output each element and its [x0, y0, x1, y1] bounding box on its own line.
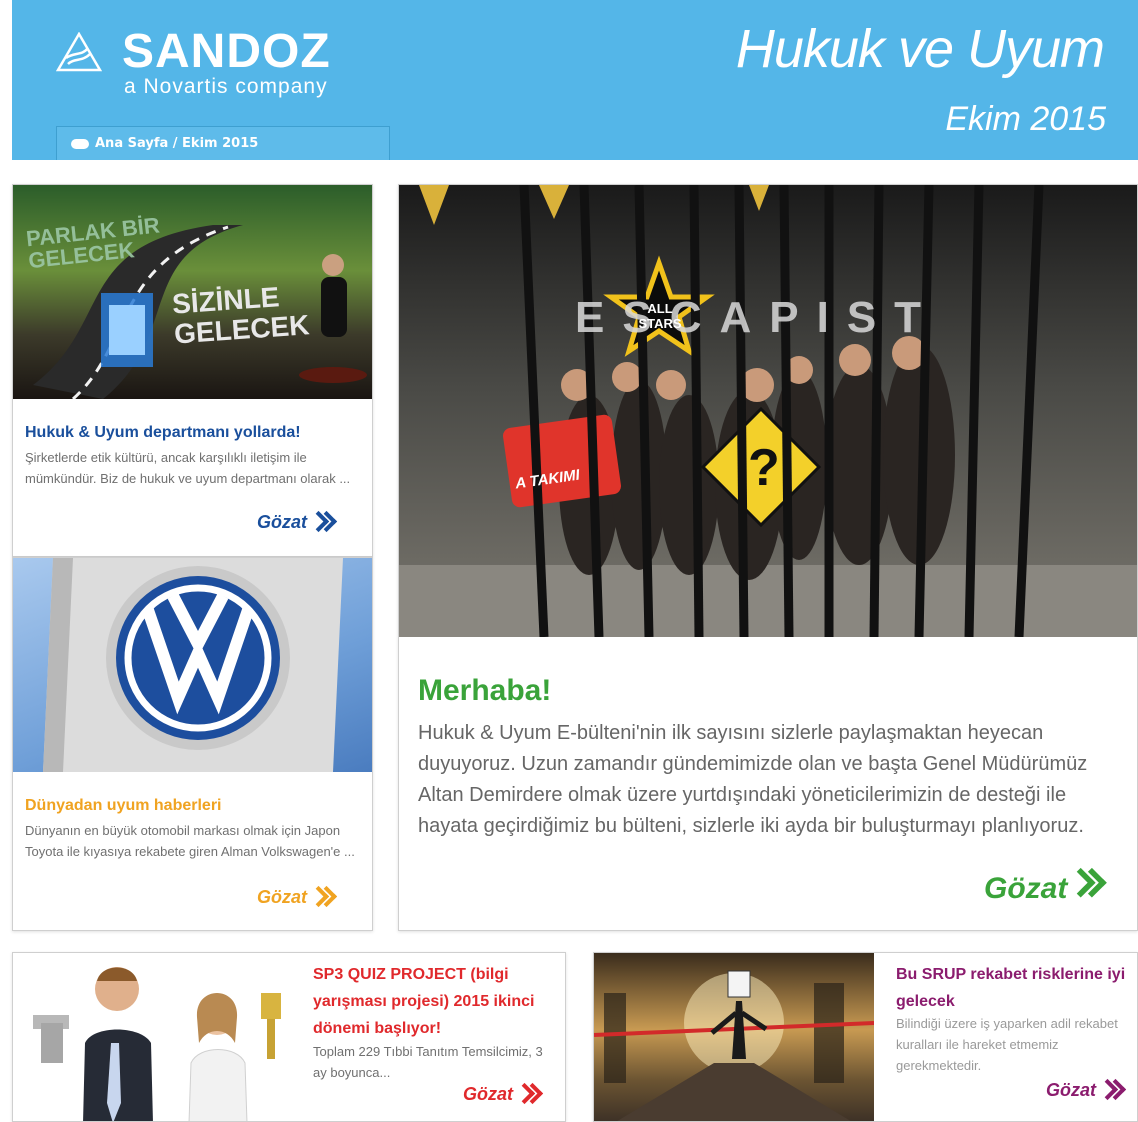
read-more-label: Gözat: [463, 1083, 514, 1104]
vw-sign-illustration: [43, 558, 343, 772]
featured-text: Hukuk & Uyum E-bülteni'nin ilk sayısını …: [418, 722, 1088, 837]
double-chevron-right-icon: [313, 511, 335, 533]
finish-line-illustration: [594, 970, 874, 1121]
newsletter-title: Hukuk ve Uyum: [735, 19, 1105, 79]
double-chevron-right-icon: [1102, 1079, 1124, 1101]
read-more-label: Gözat: [984, 872, 1068, 905]
chat-bubble-icon: [71, 138, 89, 149]
article-card-hukuk[interactable]: PARLAK BİR GELECEK SİZİNLE GELECEK Hukuk…: [12, 184, 373, 557]
article-image-vw: [13, 558, 372, 772]
read-more-link[interactable]: Gözat: [1046, 1079, 1124, 1101]
breadcrumb-label: Ana Sayfa / Ekim 2015: [95, 136, 259, 151]
star-badge-text: ALL STARS: [638, 301, 682, 331]
article-title[interactable]: Bu SRUP rekabet risklerine iyi gelecek: [896, 961, 1136, 1015]
svg-text:?: ?: [748, 439, 780, 497]
team-photo-illustration: ?: [399, 185, 1137, 637]
article-image-stage: PARLAK BİR GELECEK SİZİNLE GELECEK: [13, 185, 372, 399]
article-card-dunya[interactable]: Dünyadan uyum haberleri Dünyanın en büyü…: [12, 557, 373, 931]
article-excerpt: Toplam 229 Tıbbi Tanıtım Temsilcimiz, 3 …: [313, 1044, 543, 1080]
article-excerpt: Şirketlerde etik kültürü, ancak karşılık…: [25, 450, 351, 486]
brand-name: SANDOZ: [122, 25, 331, 78]
read-more-link[interactable]: Gözat: [257, 511, 335, 533]
article-excerpt: Bilindiği üzere iş yaparken adil rekabet…: [896, 1016, 1118, 1073]
read-more-link[interactable]: Gözat: [463, 1083, 541, 1105]
double-chevron-right-icon: [313, 886, 335, 908]
article-title[interactable]: Hukuk & Uyum departmanı yollarda!: [25, 424, 365, 442]
header-banner: SANDOZ a Novartis company Hukuk ve Uyum …: [12, 0, 1138, 160]
issue-date: Ekim 2015: [945, 100, 1106, 138]
read-more-label: Gözat: [1046, 1079, 1097, 1100]
brand-subtitle: a Novartis company: [124, 75, 328, 98]
article-image-winners: [13, 953, 305, 1121]
article-image-finish-line: [594, 953, 874, 1121]
double-chevron-right-icon: [1073, 868, 1121, 910]
escape-room-sign: ESCAPIST: [575, 293, 940, 342]
read-more-link[interactable]: Gözat: [257, 886, 335, 908]
read-more-label: Gözat: [257, 511, 308, 532]
double-chevron-right-icon: [519, 1083, 541, 1105]
breadcrumb[interactable]: Ana Sayfa / Ekim 2015: [56, 126, 390, 160]
article-title[interactable]: Dünyadan uyum haberleri: [25, 797, 365, 815]
featured-title[interactable]: Merhaba!: [418, 674, 551, 708]
sandoz-logo-icon: [56, 32, 102, 72]
winners-illustration: [33, 967, 281, 1121]
read-more-label: Gözat: [257, 886, 308, 907]
article-title[interactable]: SP3 QUIZ PROJECT (bilgi yarışması projes…: [313, 961, 563, 1042]
article-excerpt: Dünyanın en büyük otomobil markası olmak…: [25, 823, 355, 859]
featured-read-more-link[interactable]: Gözat: [984, 872, 1107, 906]
article-card-srup[interactable]: Bu SRUP rekabet risklerine iyi gelecek B…: [593, 952, 1138, 1122]
article-card-sp3[interactable]: SP3 QUIZ PROJECT (bilgi yarışması projes…: [12, 952, 566, 1122]
featured-image-team: ? ESCAPIST ALL STARS A TAKIMI: [399, 185, 1137, 637]
